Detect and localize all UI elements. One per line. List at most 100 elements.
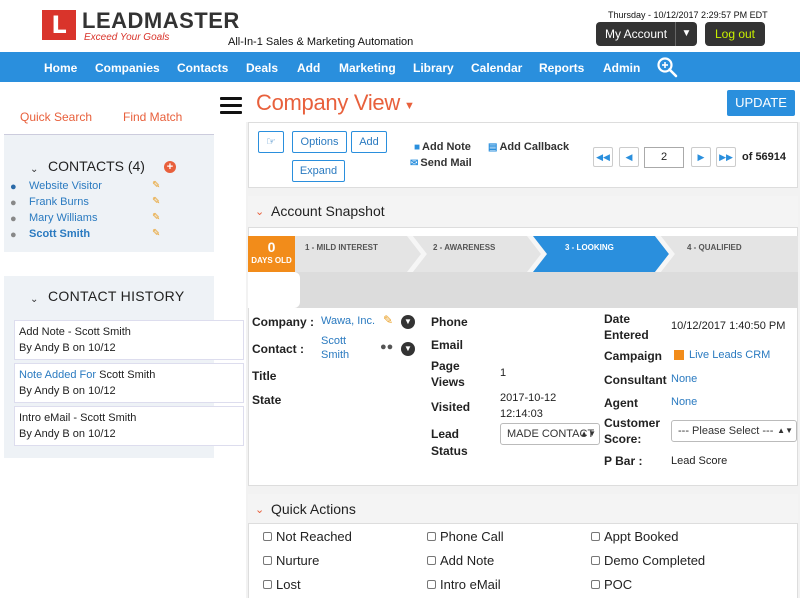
- campaign-label: Campaign: [604, 349, 663, 363]
- search-icon[interactable]: [656, 56, 678, 78]
- campaign-link[interactable]: Live Leads CRM: [689, 349, 770, 361]
- qa-label: Phone Call: [440, 529, 504, 544]
- find-match-link[interactable]: Find Match: [123, 110, 182, 124]
- edit-icon[interactable]: ✎: [152, 228, 160, 239]
- checkbox[interactable]: [591, 580, 600, 589]
- mail-icon: ✉: [410, 158, 419, 169]
- chevron-down-icon[interactable]: ▼: [401, 315, 415, 329]
- history-item[interactable]: Note Added For Scott Smith By Andy B on …: [14, 363, 244, 403]
- qa-phone-call[interactable]: Phone Call: [427, 529, 504, 544]
- chevron-down-icon[interactable]: ⌄: [30, 164, 38, 175]
- chevron-down-icon[interactable]: ⌄: [255, 205, 264, 218]
- contact-link[interactable]: Scott: [321, 335, 346, 347]
- first-page-icon[interactable]: ◀◀: [593, 147, 613, 167]
- chevron-down-icon[interactable]: ⌄: [30, 294, 38, 305]
- chevron-down-icon[interactable]: ▼: [401, 342, 415, 356]
- lead-status-select[interactable]: MADE CONTACT ▲▼: [500, 423, 600, 445]
- checkbox[interactable]: [591, 532, 600, 541]
- checkbox[interactable]: [263, 532, 272, 541]
- chevron-down-icon[interactable]: ⌄: [255, 503, 264, 516]
- menu-icon[interactable]: [220, 97, 242, 115]
- qa-add-note[interactable]: Add Note: [427, 553, 494, 568]
- quick-search-link[interactable]: Quick Search: [20, 110, 92, 124]
- send-mail-link[interactable]: ✉ Send Mail: [410, 157, 472, 169]
- nav-library[interactable]: Library: [413, 52, 454, 82]
- nav-home[interactable]: Home: [44, 52, 77, 82]
- edit-icon[interactable]: ✎: [152, 212, 160, 223]
- history-item[interactable]: Intro eMail - Scott Smith By Andy B on 1…: [14, 406, 244, 446]
- add-button[interactable]: Add: [351, 131, 387, 153]
- company-link[interactable]: Wawa, Inc.: [321, 315, 375, 327]
- add-note-link[interactable]: ■ Add Note: [414, 141, 471, 153]
- page-views-value: 1: [500, 367, 507, 379]
- page-number-input[interactable]: 2: [644, 147, 684, 168]
- qa-lost[interactable]: Lost: [263, 577, 301, 592]
- contact-name[interactable]: Website Visitor: [29, 180, 102, 192]
- qa-intro-email[interactable]: Intro eMail: [427, 577, 501, 592]
- stage-slider-handle[interactable]: [248, 272, 300, 308]
- expand-button[interactable]: Expand: [292, 160, 345, 182]
- checkbox[interactable]: [591, 556, 600, 565]
- qa-appt-booked[interactable]: Appt Booked: [591, 529, 678, 544]
- chevron-down-icon[interactable]: ▼: [404, 100, 415, 112]
- nav-calendar[interactable]: Calendar: [471, 52, 522, 82]
- stage-awareness[interactable]: 2 - AWARENESS: [433, 236, 495, 272]
- chevron-down-icon[interactable]: ▼: [675, 22, 697, 46]
- update-button[interactable]: UPDATE: [727, 90, 795, 116]
- consultant-label: Consultant: [604, 373, 667, 387]
- qa-demo-completed[interactable]: Demo Completed: [591, 553, 705, 568]
- history-title-highlight: Note Added For: [19, 369, 97, 381]
- list-item[interactable]: ● Mary Williams ✎: [10, 212, 170, 228]
- contact-link-2[interactable]: Smith: [321, 349, 349, 361]
- my-account-button[interactable]: My Account ▼: [596, 22, 697, 46]
- checkbox[interactable]: [427, 580, 436, 589]
- page-total: of 56914: [742, 151, 787, 163]
- history-by: By Andy B on 10/12: [19, 385, 116, 397]
- options-button[interactable]: Options: [292, 131, 347, 153]
- date-entered-label-2: Entered: [604, 328, 649, 342]
- nav-deals[interactable]: Deals: [246, 52, 278, 82]
- checkbox[interactable]: [427, 556, 436, 565]
- next-page-icon[interactable]: ▶: [691, 147, 711, 167]
- page-views-label-2: Views: [431, 375, 465, 389]
- list-item[interactable]: ● Website Visitor ✎: [10, 180, 170, 196]
- person-icon: ●: [10, 213, 17, 225]
- last-page-icon[interactable]: ▶▶: [716, 147, 736, 167]
- list-item[interactable]: ● Frank Burns ✎: [10, 196, 170, 212]
- prev-page-icon[interactable]: ◀: [619, 147, 639, 167]
- checkbox[interactable]: [263, 580, 272, 589]
- add-callback-link[interactable]: ▤ Add Callback: [488, 141, 569, 153]
- add-contact-icon[interactable]: +: [164, 161, 176, 173]
- nav-add[interactable]: Add: [297, 52, 320, 82]
- contact-name[interactable]: Scott Smith: [29, 228, 90, 240]
- history-item[interactable]: Add Note - Scott Smith By Andy B on 10/1…: [14, 320, 244, 360]
- consultant-value[interactable]: None: [671, 373, 697, 385]
- stage-mild-interest[interactable]: 1 - MILD INTEREST: [305, 236, 378, 272]
- agent-label: Agent: [604, 396, 638, 410]
- customer-score-value: --- Please Select ---: [678, 425, 774, 437]
- nav-reports[interactable]: Reports: [539, 52, 584, 82]
- qa-nurture[interactable]: Nurture: [263, 553, 319, 568]
- people-icon[interactable]: ●●: [380, 341, 393, 353]
- agent-value[interactable]: None: [671, 396, 697, 408]
- edit-icon[interactable]: ✎: [383, 313, 393, 327]
- contact-name[interactable]: Frank Burns: [29, 196, 89, 208]
- nav-companies[interactable]: Companies: [95, 52, 160, 82]
- page-title[interactable]: Company View: [256, 90, 400, 116]
- contact-name[interactable]: Mary Williams: [29, 212, 97, 224]
- logout-button[interactable]: Log out: [705, 22, 765, 46]
- stage-looking[interactable]: 3 - LOOKING: [565, 236, 614, 272]
- customer-score-select[interactable]: --- Please Select --- ▲▼: [671, 420, 797, 442]
- stage-qualified[interactable]: 4 - QUALIFIED: [687, 236, 742, 272]
- edit-icon[interactable]: ✎: [152, 180, 160, 191]
- checkbox[interactable]: [263, 556, 272, 565]
- checkbox[interactable]: [427, 532, 436, 541]
- nav-contacts[interactable]: Contacts: [177, 52, 228, 82]
- qa-poc[interactable]: POC: [591, 577, 632, 592]
- qa-not-reached[interactable]: Not Reached: [263, 529, 352, 544]
- nav-admin[interactable]: Admin: [603, 52, 640, 82]
- list-item[interactable]: ● Scott Smith ✎: [10, 228, 170, 244]
- nav-marketing[interactable]: Marketing: [339, 52, 396, 82]
- edit-icon[interactable]: ✎: [152, 196, 160, 207]
- pointer-icon[interactable]: ☞: [258, 131, 284, 153]
